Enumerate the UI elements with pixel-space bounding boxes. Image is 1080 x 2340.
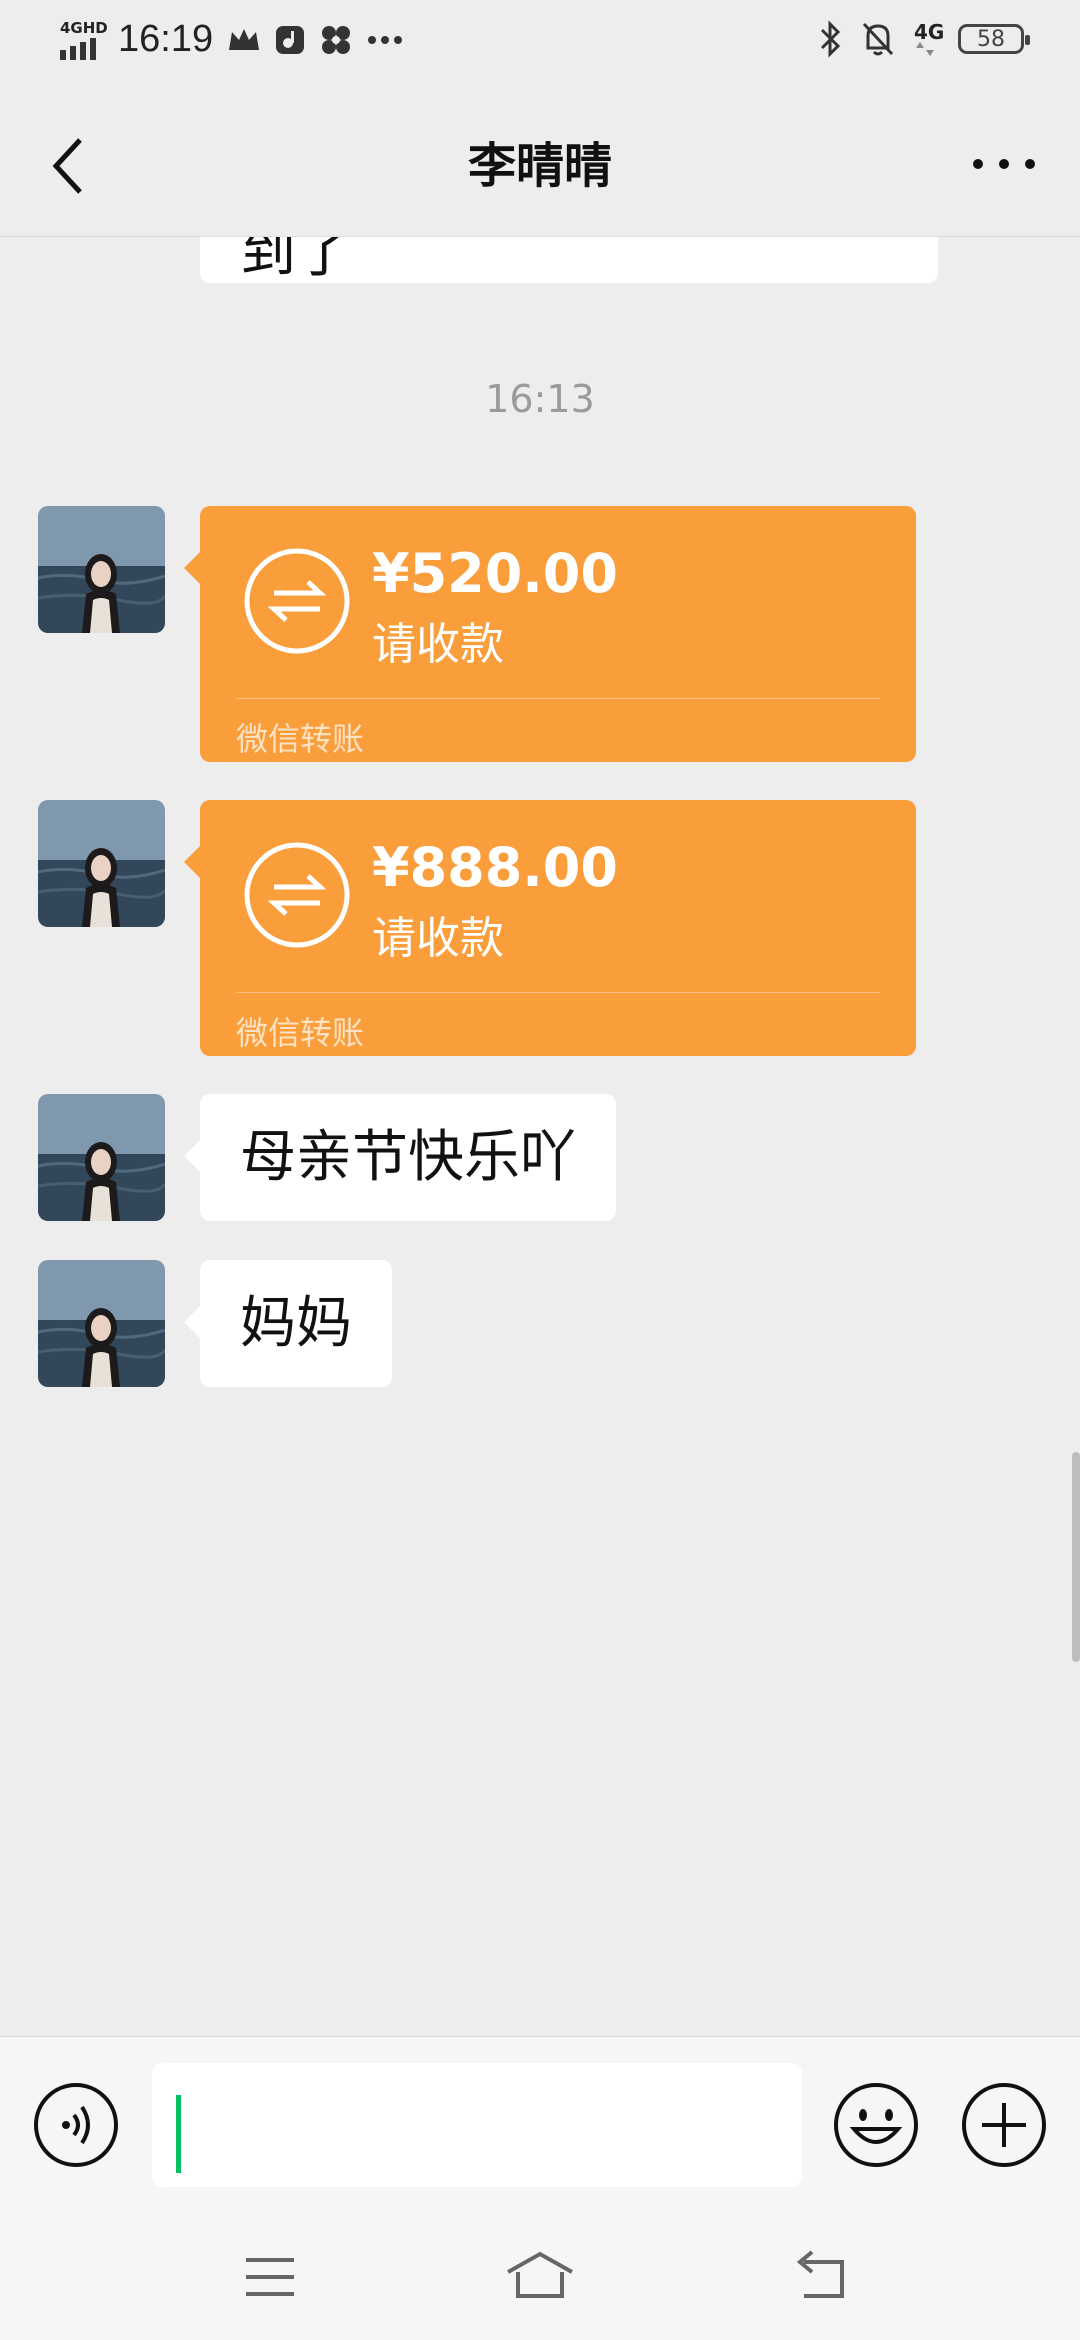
menu-icon bbox=[246, 2258, 294, 2296]
message-bubble-partial[interactable]: 到了 bbox=[200, 237, 938, 285]
message-bubble[interactable]: 妈妈 bbox=[184, 1260, 392, 1387]
voice-icon bbox=[34, 2083, 118, 2167]
status-time: 16:19 bbox=[118, 18, 214, 60]
system-nav-bar bbox=[0, 2212, 1080, 2340]
back-nav-icon bbox=[796, 2250, 844, 2298]
message-text: 到了 bbox=[240, 237, 352, 285]
transfer-arrows-icon bbox=[244, 548, 350, 654]
fan-icon bbox=[322, 25, 351, 54]
avatar[interactable] bbox=[38, 506, 165, 633]
avatar[interactable] bbox=[38, 1094, 165, 1221]
system-back-button[interactable] bbox=[790, 2248, 856, 2304]
transfer-card[interactable]: ¥520.00 请收款 微信转账 bbox=[184, 506, 916, 762]
transfer-amount: ¥520.00 bbox=[372, 542, 618, 605]
transfer-arrows-icon bbox=[244, 842, 350, 948]
signal-icon: 4GHD bbox=[60, 19, 108, 60]
crown-icon bbox=[229, 28, 260, 50]
message-bubble[interactable]: 母亲节快乐吖 bbox=[184, 1094, 616, 1221]
avatar[interactable] bbox=[38, 800, 165, 927]
network-type-left: 4GHD bbox=[60, 18, 108, 37]
divider bbox=[236, 698, 880, 699]
home-icon bbox=[507, 2251, 573, 2298]
status-bar: 4GHD 16:19 4G 58 bbox=[0, 0, 1080, 86]
emoji-button[interactable] bbox=[832, 2081, 920, 2169]
transfer-label: 请收款 bbox=[372, 619, 504, 670]
network-4g: 4G bbox=[914, 20, 944, 58]
message-timestamp: 16:13 bbox=[485, 377, 595, 421]
chat-header: 李晴晴 bbox=[0, 86, 1080, 237]
transfer-footer: 微信转账 bbox=[236, 720, 365, 758]
music-app-icon bbox=[276, 25, 305, 54]
battery-indicator: 58 bbox=[958, 24, 1030, 54]
message-list[interactable]: 到了 16:13 ¥520.00 请收款 微信转账 ¥888.00 请收款 微信… bbox=[0, 237, 1080, 2035]
scrollbar[interactable] bbox=[1072, 1452, 1080, 1662]
text-cursor bbox=[176, 2095, 181, 2173]
avatar[interactable] bbox=[38, 1260, 165, 1387]
divider bbox=[236, 992, 880, 993]
plus-icon bbox=[962, 2083, 1046, 2167]
transfer-card[interactable]: ¥888.00 请收款 微信转账 bbox=[184, 800, 916, 1056]
plus-button[interactable] bbox=[960, 2081, 1048, 2169]
home-button[interactable] bbox=[504, 2248, 576, 2304]
more-button[interactable] bbox=[968, 134, 1040, 194]
emoji-icon bbox=[834, 2083, 918, 2167]
message-input[interactable] bbox=[152, 2063, 802, 2187]
recent-apps-button[interactable] bbox=[240, 2252, 300, 2302]
transfer-label: 请收款 bbox=[372, 913, 504, 964]
transfer-amount: ¥888.00 bbox=[372, 836, 618, 899]
bell-muted-icon bbox=[862, 22, 894, 56]
more-notifications-icon bbox=[368, 35, 403, 44]
input-bar bbox=[0, 2036, 1080, 2213]
more-icon bbox=[973, 159, 1035, 169]
chat-title: 李晴晴 bbox=[467, 138, 612, 194]
voice-button[interactable] bbox=[32, 2081, 120, 2169]
bluetooth-icon bbox=[820, 20, 841, 58]
transfer-footer: 微信转账 bbox=[236, 1014, 365, 1052]
